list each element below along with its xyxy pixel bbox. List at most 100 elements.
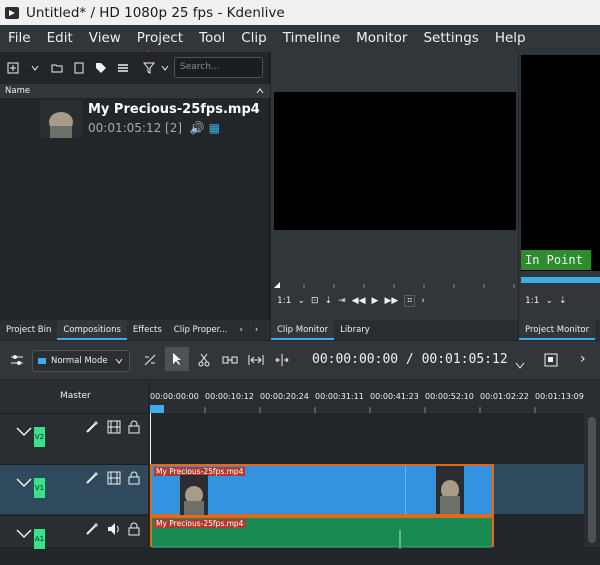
toolbar-more-chevron-icon[interactable]: › xyxy=(580,351,586,367)
multicam-tool-icon[interactable] xyxy=(274,352,290,371)
zoom-chevron-icon[interactable]: ⌄ xyxy=(297,296,305,306)
edit-mode-select[interactable]: Normal Mode xyxy=(32,350,130,372)
rewind-icon[interactable]: ◀◀ xyxy=(352,296,366,306)
timeline-audio-clip[interactable]: My Precious-25fps.mp4 xyxy=(150,516,494,549)
menu-view[interactable]: View xyxy=(81,25,129,52)
menu-timeline[interactable]: Timeline xyxy=(275,25,348,52)
menu-settings[interactable]: Settings xyxy=(415,25,486,52)
timecode-chevron-down-icon[interactable] xyxy=(515,355,525,374)
crop-icon[interactable]: ⌗ xyxy=(404,295,416,307)
lock-icon[interactable] xyxy=(128,419,140,438)
clip-zoom-select[interactable]: 1:1 xyxy=(277,296,291,306)
clip-monitor-panel: 1:1 ⌄ ⊡ ⇣ ⇥ ◀◀ ▶ ▶▶ ⌗ › xyxy=(271,52,518,320)
mute-speaker-icon[interactable] xyxy=(107,521,121,540)
scrollbar-thumb[interactable] xyxy=(588,417,596,543)
track-lane-v2[interactable] xyxy=(150,413,584,463)
lock-icon[interactable] xyxy=(128,470,140,489)
filter-dropdown-icon[interactable] xyxy=(158,61,172,75)
collapse-chevron-icon[interactable] xyxy=(16,473,32,492)
forward-icon[interactable]: ▶▶ xyxy=(384,296,398,306)
slip-tool-icon[interactable] xyxy=(222,352,238,371)
hide-track-film-icon[interactable] xyxy=(107,470,121,489)
tag-icon[interactable] xyxy=(94,61,108,75)
set-in-icon[interactable]: ⇣ xyxy=(325,296,333,306)
bin-search-input[interactable]: Search... xyxy=(174,57,263,78)
menu-file[interactable]: File xyxy=(0,25,39,52)
clip-monitor-ruler[interactable] xyxy=(274,273,516,288)
tick-label: 00:00:20:24 xyxy=(260,392,309,401)
menu-help[interactable]: Help xyxy=(487,25,534,52)
title-bar: Untitled* / HD 1080p 25 fps - Kdenlive xyxy=(0,0,600,25)
more-chevron-icon[interactable]: › xyxy=(421,296,425,306)
tick-label: 00:01:13:09 xyxy=(535,392,584,401)
project-monitor-ruler[interactable] xyxy=(521,277,600,283)
lock-icon[interactable] xyxy=(128,521,140,540)
clip-duration-label: 00:01:05:12 [2] 🔊 ▦ xyxy=(88,121,220,135)
overlay-icon[interactable] xyxy=(544,352,558,371)
clip-properties-icon[interactable] xyxy=(72,61,86,75)
tab-library[interactable]: Library xyxy=(334,320,376,340)
clip-monitor-screen[interactable] xyxy=(274,92,516,230)
timeline-vertical-scrollbar[interactable] xyxy=(584,413,600,547)
bin-clip-item[interactable]: My Precious-25fps.mp4 00:01:05:12 [2] 🔊 … xyxy=(18,100,266,190)
tab-clip-monitor[interactable]: Clip Monitor xyxy=(271,320,335,340)
project-monitor-screen[interactable] xyxy=(521,55,600,271)
menu-clip[interactable]: Clip xyxy=(233,25,275,52)
project-set-in-icon[interactable]: ⇣ xyxy=(559,296,567,306)
select-tool-icon[interactable] xyxy=(165,347,189,371)
collapse-chevron-icon[interactable] xyxy=(16,524,32,543)
mode-chevron-down-icon xyxy=(115,358,123,364)
tick-label: 00:00:41:23 xyxy=(370,392,419,401)
spacer-tool-icon[interactable] xyxy=(143,352,157,371)
new-folder-icon[interactable] xyxy=(50,61,64,75)
mode-icon xyxy=(38,358,46,364)
sort-chevron-up-icon[interactable] xyxy=(256,87,264,95)
timeline-toolbar: Normal Mode 00:00:00:00 / 00:01:05:12 › xyxy=(0,341,600,379)
tab-scroll-right-icon[interactable]: › xyxy=(249,320,264,340)
track-tag-v1: V1 xyxy=(34,478,45,498)
clip-frame-divider xyxy=(405,466,406,514)
timeline-ruler[interactable]: 00:00:00:00 00:00:10:12 00:00:20:24 00:0… xyxy=(150,380,600,413)
clip-thumbnail xyxy=(40,100,82,138)
menu-bar: File Edit View Project Tool Clip Timelin… xyxy=(0,25,600,52)
effect-wand-icon[interactable] xyxy=(85,470,99,489)
video-clip-start-thumbnail xyxy=(180,475,208,515)
project-zoom-chevron-icon[interactable]: ⌄ xyxy=(545,296,553,306)
track-settings-icon[interactable] xyxy=(10,352,24,371)
menu-monitor[interactable]: Monitor xyxy=(348,25,415,52)
track-header-v1[interactable]: V1 xyxy=(0,464,148,514)
kdenlive-app-icon xyxy=(5,6,19,19)
effect-wand-icon[interactable] xyxy=(85,419,99,438)
tab-speech[interactable]: Sp xyxy=(595,320,600,340)
tab-project-bin[interactable]: Project Bin xyxy=(0,320,57,340)
bin-column-header[interactable]: Name xyxy=(0,84,270,98)
track-header-a1[interactable]: A1 xyxy=(0,515,148,565)
menu-edit[interactable]: Edit xyxy=(39,25,81,52)
play-icon[interactable]: ▶ xyxy=(372,296,379,306)
hide-track-film-icon[interactable] xyxy=(107,419,121,438)
set-zone-icon[interactable]: ⊡ xyxy=(311,296,319,306)
chevron-down-icon[interactable] xyxy=(28,61,42,75)
effect-wand-icon[interactable] xyxy=(85,521,99,540)
timeline-timecode[interactable]: 00:00:00:00 / 00:01:05:12 xyxy=(312,352,508,367)
in-point-badge: In Point xyxy=(521,250,591,270)
track-header-v2[interactable]: V2 xyxy=(0,413,148,463)
tab-effects[interactable]: Effects xyxy=(127,320,168,340)
tab-scroll-left-icon[interactable]: ‹ xyxy=(233,320,248,340)
ruler-ticks xyxy=(150,405,536,413)
razor-tool-icon[interactable] xyxy=(197,352,211,371)
list-view-icon[interactable] xyxy=(116,61,130,75)
project-zoom-select[interactable]: 1:1 xyxy=(525,296,539,306)
tab-clip-properties[interactable]: Clip Proper... xyxy=(168,320,234,340)
set-out-icon[interactable]: ⇥ xyxy=(338,296,346,306)
menu-tool[interactable]: Tool xyxy=(191,25,233,52)
ripple-tool-icon[interactable] xyxy=(248,352,264,371)
tab-compositions[interactable]: Compositions xyxy=(57,320,127,340)
filter-icon[interactable] xyxy=(142,61,156,75)
window-title: Untitled* / HD 1080p 25 fps - Kdenlive xyxy=(26,4,285,21)
add-clip-icon[interactable] xyxy=(6,61,20,75)
timeline-video-clip[interactable]: My Precious-25fps.mp4 xyxy=(150,464,494,516)
tab-project-monitor[interactable]: Project Monitor xyxy=(519,320,596,340)
column-name-label: Name xyxy=(5,86,31,96)
collapse-chevron-icon[interactable] xyxy=(16,422,32,441)
